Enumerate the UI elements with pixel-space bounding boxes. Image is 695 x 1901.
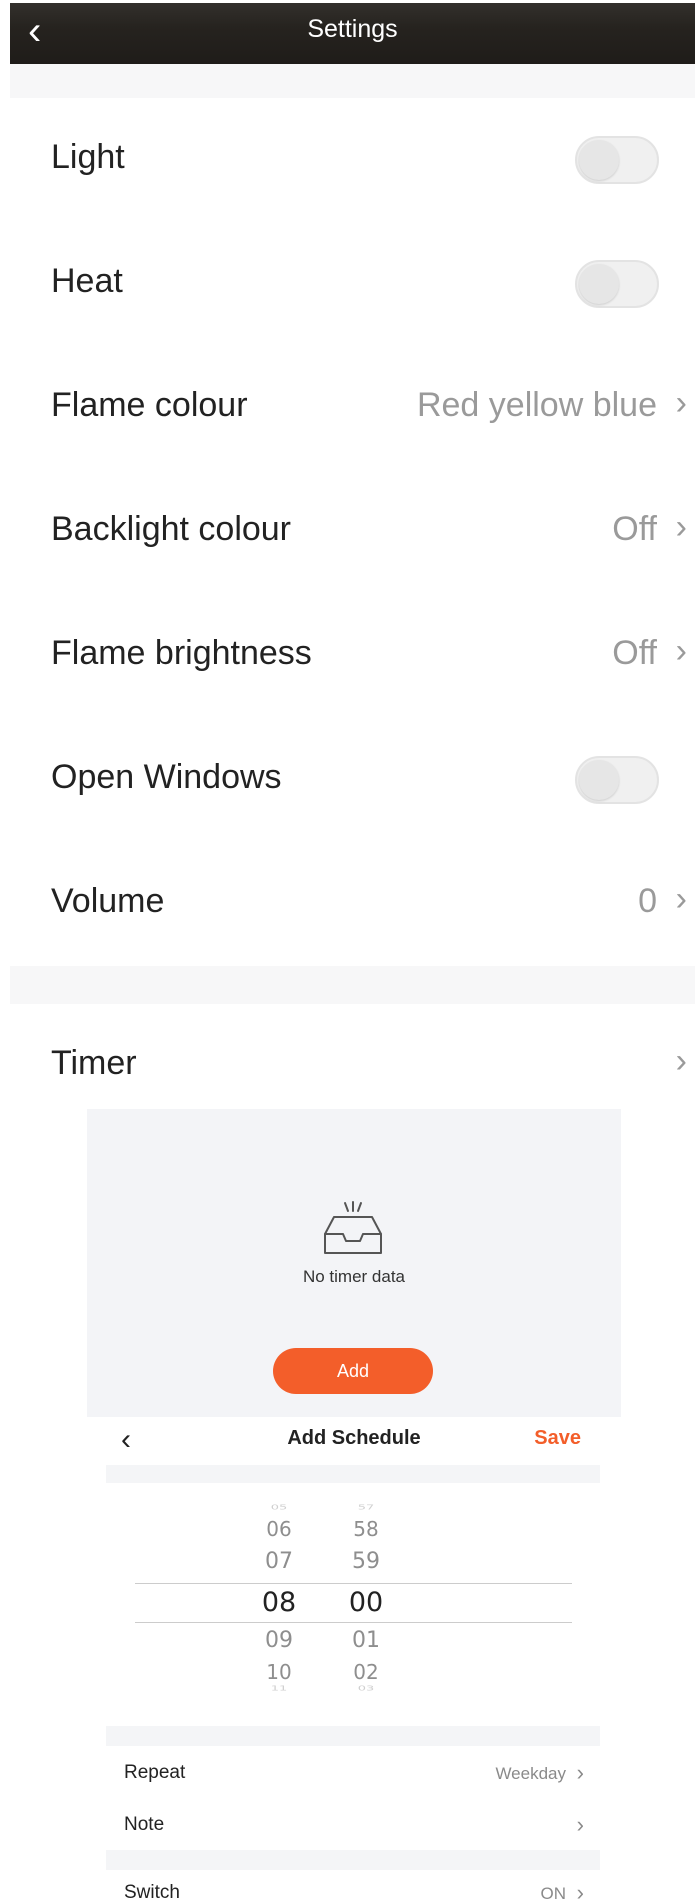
- setting-label: Open Windows: [51, 758, 282, 796]
- chevron-right-icon: ›: [675, 384, 687, 422]
- switch-row[interactable]: Switch ON ›: [106, 1870, 600, 1901]
- setting-row-flame-colour[interactable]: Flame colour Red yellow blue ›: [10, 346, 695, 470]
- setting-label: Flame brightness: [51, 634, 312, 672]
- picker-selection-line: [135, 1622, 572, 1623]
- setting-label: Flame colour: [51, 386, 248, 424]
- hour-option[interactable]: 06: [249, 1517, 309, 1541]
- heat-toggle[interactable]: [575, 260, 659, 308]
- setting-row-open-windows[interactable]: Open Windows: [10, 718, 695, 842]
- setting-label: Backlight colour: [51, 510, 292, 548]
- chevron-right-icon: ›: [576, 1812, 584, 1837]
- empty-state-text: No timer data: [302, 1267, 406, 1286]
- note-row[interactable]: Note ›: [106, 1798, 600, 1850]
- hour-option[interactable]: 11: [249, 1684, 309, 1692]
- section-spacer: [106, 1726, 600, 1746]
- setting-value: Off: [612, 510, 657, 548]
- minute-option[interactable]: 59: [336, 1549, 396, 1574]
- open-windows-toggle[interactable]: [575, 756, 659, 804]
- repeat-value: Weekday: [495, 1764, 566, 1783]
- hour-selected[interactable]: 08: [249, 1587, 309, 1618]
- minute-option[interactable]: 03: [336, 1684, 396, 1692]
- hour-option[interactable]: 09: [249, 1628, 309, 1653]
- setting-row-backlight-colour[interactable]: Backlight colour Off ›: [10, 470, 695, 594]
- minute-selected[interactable]: 00: [336, 1587, 396, 1618]
- setting-row-timer[interactable]: Timer ›: [10, 1004, 695, 1104]
- light-toggle[interactable]: [575, 136, 659, 184]
- chevron-right-icon: ›: [675, 1042, 687, 1080]
- section-spacer: [106, 1465, 600, 1483]
- timer-panel: No timer data Add: [87, 1109, 621, 1417]
- minute-option[interactable]: 02: [336, 1660, 396, 1684]
- setting-value: Red yellow blue: [416, 386, 657, 424]
- switch-label: Switch: [124, 1882, 180, 1901]
- minute-option[interactable]: 01: [336, 1628, 396, 1653]
- time-picker[interactable]: 05 06 07 08 09 10 11 57 58 59 00 01 02 0…: [106, 1483, 600, 1726]
- chevron-right-icon: ›: [675, 880, 687, 918]
- setting-row-heat[interactable]: Heat: [10, 222, 695, 346]
- section-spacer: [10, 966, 695, 1004]
- chevron-right-icon: ›: [576, 1760, 584, 1785]
- setting-label: Heat: [51, 262, 123, 300]
- section-spacer: [106, 1850, 600, 1870]
- minute-option[interactable]: 57: [336, 1503, 396, 1511]
- save-button[interactable]: Save: [534, 1427, 581, 1450]
- repeat-row[interactable]: Repeat Weekday ›: [106, 1746, 600, 1798]
- hour-option[interactable]: 10: [249, 1660, 309, 1684]
- chevron-right-icon: ›: [675, 508, 687, 546]
- empty-inbox-icon: [324, 1201, 382, 1254]
- setting-row-flame-brightness[interactable]: Flame brightness Off ›: [10, 594, 695, 718]
- note-label: Note: [124, 1814, 165, 1835]
- picker-selection-line: [135, 1583, 572, 1584]
- section-spacer: [10, 64, 695, 98]
- hour-option[interactable]: 07: [249, 1549, 309, 1574]
- setting-label: Timer: [51, 1044, 137, 1082]
- page-title: Settings: [307, 15, 398, 43]
- setting-label: Volume: [51, 882, 165, 920]
- setting-row-light[interactable]: Light: [10, 98, 695, 222]
- setting-label: Light: [51, 138, 125, 176]
- add-timer-button[interactable]: Add: [273, 1348, 433, 1394]
- schedule-header: ‹ Add Schedule Save: [87, 1417, 621, 1465]
- top-bar: ‹ Settings: [10, 3, 695, 64]
- chevron-right-icon: ›: [576, 1880, 584, 1901]
- minute-option[interactable]: 58: [336, 1517, 396, 1541]
- chevron-right-icon: ›: [675, 632, 687, 670]
- hour-option[interactable]: 05: [249, 1503, 309, 1511]
- setting-row-volume[interactable]: Volume 0 ›: [10, 842, 695, 966]
- repeat-label: Repeat: [124, 1762, 186, 1783]
- switch-value: ON: [540, 1884, 567, 1901]
- setting-value: 0: [638, 882, 657, 920]
- setting-value: Off: [612, 634, 657, 672]
